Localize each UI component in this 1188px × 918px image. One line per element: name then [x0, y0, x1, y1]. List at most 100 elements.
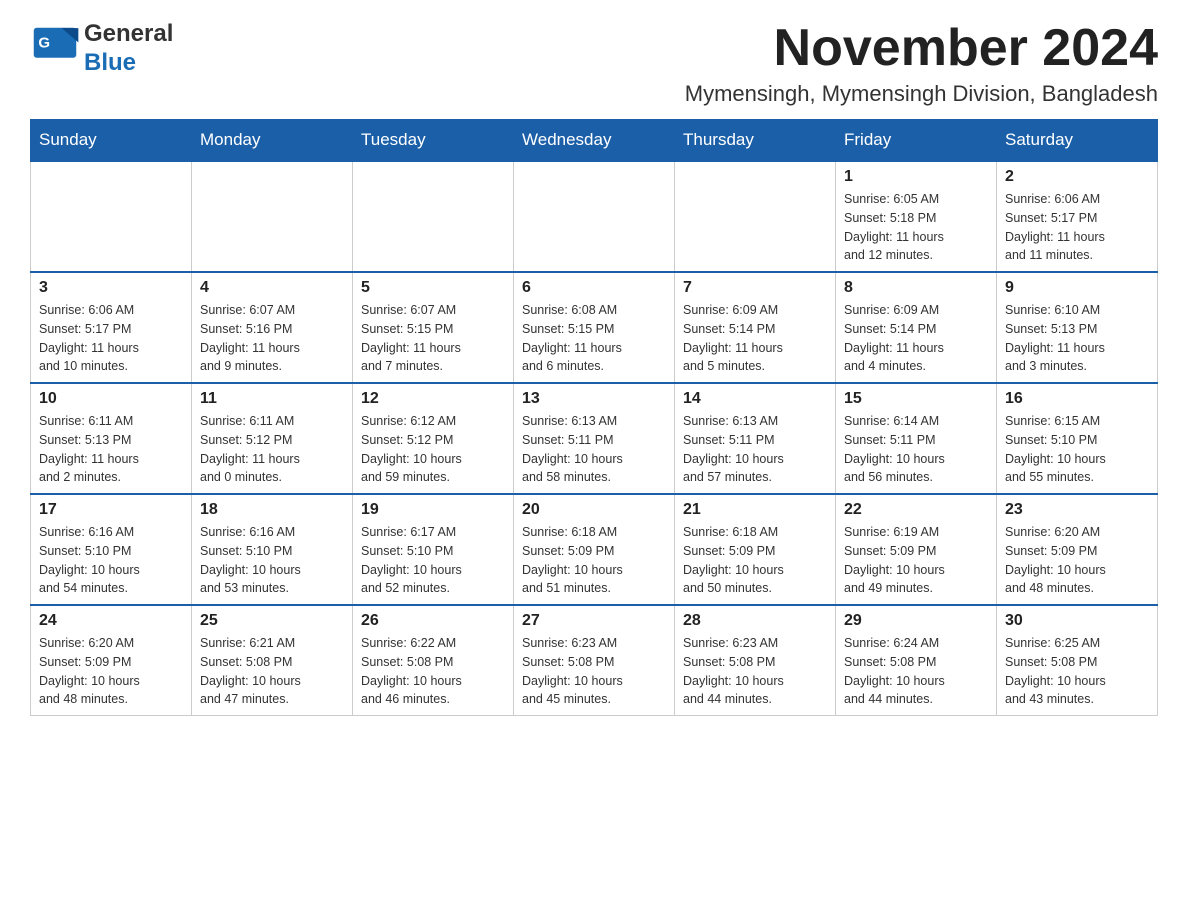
day-info: Sunrise: 6:10 AMSunset: 5:13 PMDaylight:… — [1005, 301, 1149, 376]
calendar-cell — [192, 161, 353, 272]
day-info: Sunrise: 6:21 AMSunset: 5:08 PMDaylight:… — [200, 634, 344, 709]
calendar-cell: 19Sunrise: 6:17 AMSunset: 5:10 PMDayligh… — [353, 494, 514, 605]
day-info: Sunrise: 6:13 AMSunset: 5:11 PMDaylight:… — [683, 412, 827, 487]
week-row-4: 17Sunrise: 6:16 AMSunset: 5:10 PMDayligh… — [31, 494, 1158, 605]
calendar-cell: 21 Sunrise: 6:18 AMSunset: 5:09 PMDayligh… — [675, 494, 836, 605]
weekday-header-wednesday: Wednesday — [514, 120, 675, 162]
calendar-cell: 30Sunrise: 6:25 AMSunset: 5:08 PMDayligh… — [997, 605, 1158, 716]
day-info: Sunrise: 6:18 AMSunset: 5:09 PMDaylight:… — [522, 523, 666, 598]
logo-general-text: General — [84, 20, 173, 49]
calendar-cell: 8 Sunrise: 6:09 AMSunset: 5:14 PMDaylight… — [836, 272, 997, 383]
weekday-header-monday: Monday — [192, 120, 353, 162]
day-number: 14 — [683, 390, 827, 408]
day-number: 21 — [683, 501, 827, 519]
calendar-cell: 18 Sunrise: 6:16 AMSunset: 5:10 PMDayligh… — [192, 494, 353, 605]
calendar-cell: 6 Sunrise: 6:08 AMSunset: 5:15 PMDaylight… — [514, 272, 675, 383]
calendar-cell — [514, 161, 675, 272]
day-info: Sunrise: 6:07 AMSunset: 5:16 PMDaylight:… — [200, 301, 344, 376]
day-number: 15 — [844, 390, 988, 408]
calendar-cell: 28Sunrise: 6:23 AMSunset: 5:08 PMDayligh… — [675, 605, 836, 716]
day-number: 28 — [683, 612, 827, 630]
day-info: Sunrise: 6:19 AMSunset: 5:09 PMDaylight:… — [844, 523, 988, 598]
weekday-header-sunday: Sunday — [31, 120, 192, 162]
day-number: 30 — [1005, 612, 1149, 630]
day-number: 11 — [200, 390, 344, 408]
week-row-5: 24 Sunrise: 6:20 AMSunset: 5:09 PMDayligh… — [31, 605, 1158, 716]
calendar-cell: 11 Sunrise: 6:11 AMSunset: 5:12 PMDayligh… — [192, 383, 353, 494]
calendar-cell: 3 Sunrise: 6:06 AMSunset: 5:17 PMDaylight… — [31, 272, 192, 383]
day-info: Sunrise: 6:20 AMSunset: 5:09 PMDaylight:… — [39, 634, 183, 709]
calendar-table: SundayMondayTuesdayWednesdayThursdayFrid… — [30, 119, 1158, 716]
day-info: Sunrise: 6:08 AMSunset: 5:15 PMDaylight:… — [522, 301, 666, 376]
day-number: 5 — [361, 279, 505, 297]
weekday-header-tuesday: Tuesday — [353, 120, 514, 162]
day-info: Sunrise: 6:15 AMSunset: 5:10 PMDaylight:… — [1005, 412, 1149, 487]
calendar-cell: 1 Sunrise: 6:05 AMSunset: 5:18 PMDaylight… — [836, 161, 997, 272]
calendar-cell: 22 Sunrise: 6:19 AMSunset: 5:09 PMDayligh… — [836, 494, 997, 605]
day-info: Sunrise: 6:16 AMSunset: 5:10 PMDaylight:… — [39, 523, 183, 598]
weekday-header-friday: Friday — [836, 120, 997, 162]
weekday-header-row: SundayMondayTuesdayWednesdayThursdayFrid… — [31, 120, 1158, 162]
day-number: 3 — [39, 279, 183, 297]
day-number: 1 — [844, 168, 988, 186]
day-info: Sunrise: 6:22 AMSunset: 5:08 PMDaylight:… — [361, 634, 505, 709]
calendar-cell — [31, 161, 192, 272]
day-info: Sunrise: 6:05 AMSunset: 5:18 PMDaylight:… — [844, 190, 988, 265]
week-row-1: 1 Sunrise: 6:05 AMSunset: 5:18 PMDaylight… — [31, 161, 1158, 272]
day-number: 6 — [522, 279, 666, 297]
day-info: Sunrise: 6:11 AMSunset: 5:12 PMDaylight:… — [200, 412, 344, 487]
month-title: November 2024 — [685, 20, 1158, 77]
day-info: Sunrise: 6:20 AMSunset: 5:09 PMDaylight:… — [1005, 523, 1149, 598]
day-number: 29 — [844, 612, 988, 630]
day-number: 24 — [39, 612, 183, 630]
day-number: 7 — [683, 279, 827, 297]
day-info: Sunrise: 6:13 AMSunset: 5:11 PMDaylight:… — [522, 412, 666, 487]
calendar-cell: 20 Sunrise: 6:18 AMSunset: 5:09 PMDayligh… — [514, 494, 675, 605]
day-number: 22 — [844, 501, 988, 519]
day-number: 18 — [200, 501, 344, 519]
calendar-cell: 17Sunrise: 6:16 AMSunset: 5:10 PMDayligh… — [31, 494, 192, 605]
day-info: Sunrise: 6:06 AMSunset: 5:17 PMDaylight:… — [39, 301, 183, 376]
svg-text:G: G — [38, 34, 50, 51]
day-info: Sunrise: 6:07 AMSunset: 5:15 PMDaylight:… — [361, 301, 505, 376]
calendar-cell: 15Sunrise: 6:14 AMSunset: 5:11 PMDayligh… — [836, 383, 997, 494]
day-number: 19 — [361, 501, 505, 519]
calendar-cell: 10Sunrise: 6:11 AMSunset: 5:13 PMDayligh… — [31, 383, 192, 494]
calendar-cell: 26 Sunrise: 6:22 AMSunset: 5:08 PMDayligh… — [353, 605, 514, 716]
logo: G General Blue — [30, 20, 173, 78]
day-number: 12 — [361, 390, 505, 408]
day-info: Sunrise: 6:09 AMSunset: 5:14 PMDaylight:… — [844, 301, 988, 376]
calendar-cell: 2 Sunrise: 6:06 AMSunset: 5:17 PMDaylight… — [997, 161, 1158, 272]
day-info: Sunrise: 6:11 AMSunset: 5:13 PMDaylight:… — [39, 412, 183, 487]
day-number: 25 — [200, 612, 344, 630]
location-title: Mymensingh, Mymensingh Division, Banglad… — [685, 81, 1158, 107]
calendar-cell: 13 Sunrise: 6:13 AMSunset: 5:11 PMDayligh… — [514, 383, 675, 494]
day-number: 2 — [1005, 168, 1149, 186]
calendar-cell: 29Sunrise: 6:24 AMSunset: 5:08 PMDayligh… — [836, 605, 997, 716]
calendar-cell: 7Sunrise: 6:09 AMSunset: 5:14 PMDaylight… — [675, 272, 836, 383]
week-row-3: 10Sunrise: 6:11 AMSunset: 5:13 PMDayligh… — [31, 383, 1158, 494]
day-info: Sunrise: 6:18 AMSunset: 5:09 PMDaylight:… — [683, 523, 827, 598]
calendar-cell: 4 Sunrise: 6:07 AMSunset: 5:16 PMDaylight… — [192, 272, 353, 383]
page-header: G General Blue November 2024 Mymensingh,… — [30, 20, 1158, 107]
day-info: Sunrise: 6:06 AMSunset: 5:17 PMDaylight:… — [1005, 190, 1149, 265]
weekday-header-saturday: Saturday — [997, 120, 1158, 162]
calendar-cell: 23Sunrise: 6:20 AMSunset: 5:09 PMDayligh… — [997, 494, 1158, 605]
day-number: 26 — [361, 612, 505, 630]
calendar-cell: 9Sunrise: 6:10 AMSunset: 5:13 PMDaylight… — [997, 272, 1158, 383]
calendar-cell — [675, 161, 836, 272]
day-number: 20 — [522, 501, 666, 519]
calendar-cell: 16 Sunrise: 6:15 AMSunset: 5:10 PMDayligh… — [997, 383, 1158, 494]
day-number: 4 — [200, 279, 344, 297]
day-number: 27 — [522, 612, 666, 630]
day-number: 8 — [844, 279, 988, 297]
day-info: Sunrise: 6:12 AMSunset: 5:12 PMDaylight:… — [361, 412, 505, 487]
weekday-header-thursday: Thursday — [675, 120, 836, 162]
logo-text: General Blue — [84, 20, 173, 78]
day-info: Sunrise: 6:23 AMSunset: 5:08 PMDaylight:… — [522, 634, 666, 709]
day-info: Sunrise: 6:16 AMSunset: 5:10 PMDaylight:… — [200, 523, 344, 598]
logo-blue-text: Blue — [84, 49, 173, 78]
calendar-cell: 27 Sunrise: 6:23 AMSunset: 5:08 PMDayligh… — [514, 605, 675, 716]
day-number: 13 — [522, 390, 666, 408]
day-number: 16 — [1005, 390, 1149, 408]
